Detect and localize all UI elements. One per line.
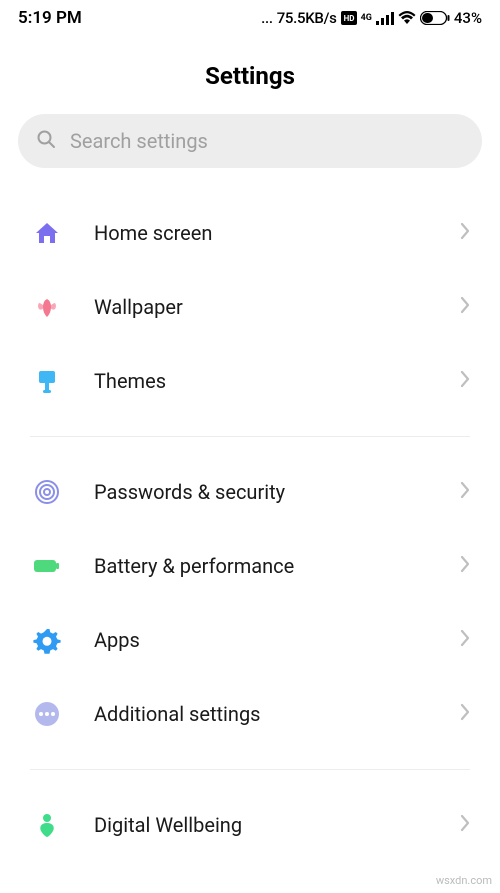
chevron-right-icon: [460, 296, 470, 318]
network-speed: 75.5KB/s: [277, 9, 337, 27]
status-time: 5:19 PM: [18, 8, 82, 28]
chevron-right-icon: [460, 370, 470, 392]
settings-item-label: Digital Wellbeing: [94, 813, 460, 837]
divider: [30, 769, 470, 770]
chevron-right-icon: [460, 222, 470, 244]
chevron-right-icon: [460, 481, 470, 503]
volte-icon: HD: [341, 11, 357, 25]
settings-item-label: Home screen: [94, 221, 460, 245]
chevron-right-icon: [460, 629, 470, 651]
settings-item-label: Apps: [94, 628, 460, 652]
battery-icon: [30, 549, 64, 583]
home-icon: [30, 216, 64, 250]
settings-list: Home screen Wallpaper Themes Passwords & se…: [0, 196, 500, 862]
gear-icon: [30, 623, 64, 657]
divider: [30, 436, 470, 437]
wifi-icon: [398, 11, 416, 25]
settings-item-label: Additional settings: [94, 702, 460, 726]
signal-4g-icon: 4G: [361, 13, 372, 23]
settings-item-label: Wallpaper: [94, 295, 460, 319]
brush-icon: [30, 364, 64, 398]
settings-item-passwords[interactable]: Passwords & security: [0, 455, 500, 529]
settings-item-label: Passwords & security: [94, 480, 460, 504]
chevron-right-icon: [460, 814, 470, 836]
svg-text:HD: HD: [343, 14, 354, 23]
settings-item-home[interactable]: Home screen: [0, 196, 500, 270]
dots-icon: [30, 697, 64, 731]
signal-icon: [376, 11, 394, 25]
battery-icon: [420, 11, 450, 25]
settings-item-apps[interactable]: Apps: [0, 603, 500, 677]
settings-item-battery[interactable]: Battery & performance: [0, 529, 500, 603]
chevron-right-icon: [460, 555, 470, 577]
settings-item-label: Battery & performance: [94, 554, 460, 578]
settings-item-wallpaper[interactable]: Wallpaper: [0, 270, 500, 344]
page-title: Settings: [0, 62, 500, 90]
settings-item-themes[interactable]: Themes: [0, 344, 500, 418]
search-bar[interactable]: [18, 114, 482, 168]
fingerprint-icon: [30, 475, 64, 509]
watermark: wsxdn.com: [436, 874, 492, 887]
heart-person-icon: [30, 808, 64, 842]
settings-item-label: Themes: [94, 369, 460, 393]
status-dots: ...: [261, 9, 273, 27]
settings-item-wellbeing[interactable]: Digital Wellbeing: [0, 788, 500, 862]
search-icon: [36, 129, 56, 153]
settings-item-additional[interactable]: Additional settings: [0, 677, 500, 751]
chevron-right-icon: [460, 703, 470, 725]
search-input[interactable]: [70, 129, 464, 153]
status-indicators: ... 75.5KB/s HD 4G 43%: [261, 9, 482, 27]
battery-percent: 43%: [454, 9, 482, 27]
flower-icon: [30, 290, 64, 324]
status-bar: 5:19 PM ... 75.5KB/s HD 4G 43%: [0, 0, 500, 34]
